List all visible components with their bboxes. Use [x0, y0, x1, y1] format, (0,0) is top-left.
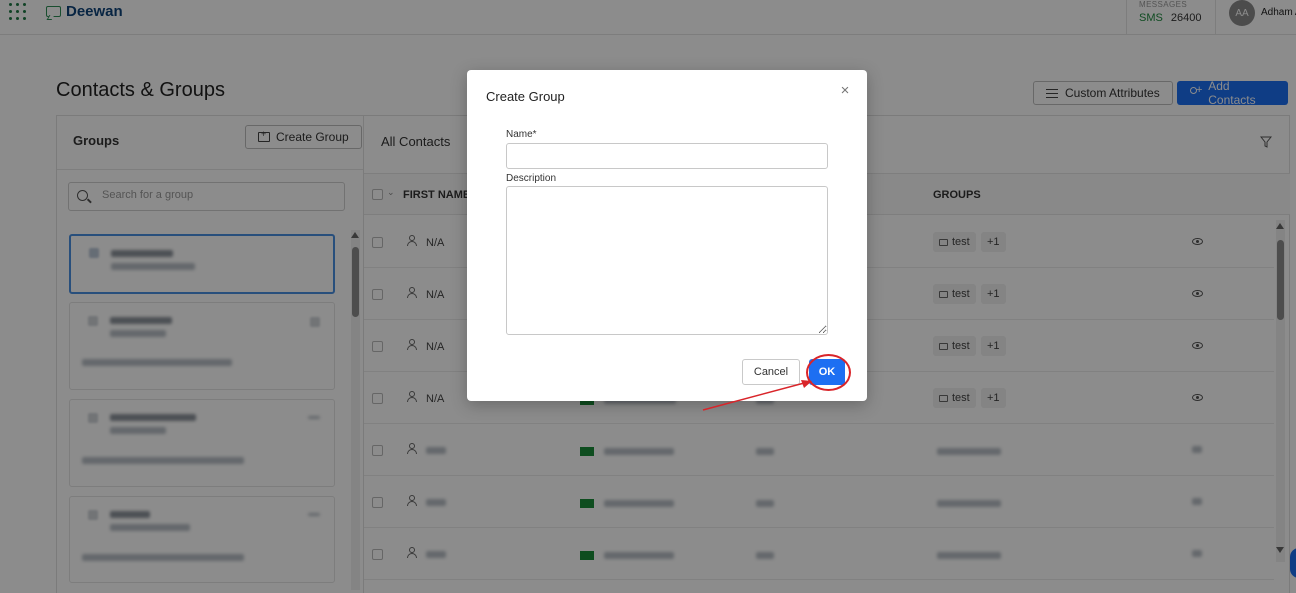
group-name-input[interactable] [506, 143, 828, 169]
annotation-circle [806, 354, 851, 391]
name-label: Name* [506, 129, 537, 140]
group-description-input[interactable] [506, 186, 828, 335]
cancel-button[interactable]: Cancel [742, 359, 800, 385]
create-group-dialog: Create Group × Name* Description Cancel … [467, 70, 867, 401]
close-icon[interactable]: × [838, 83, 852, 98]
dialog-title: Create Group [486, 89, 565, 104]
description-label: Description [506, 173, 557, 184]
